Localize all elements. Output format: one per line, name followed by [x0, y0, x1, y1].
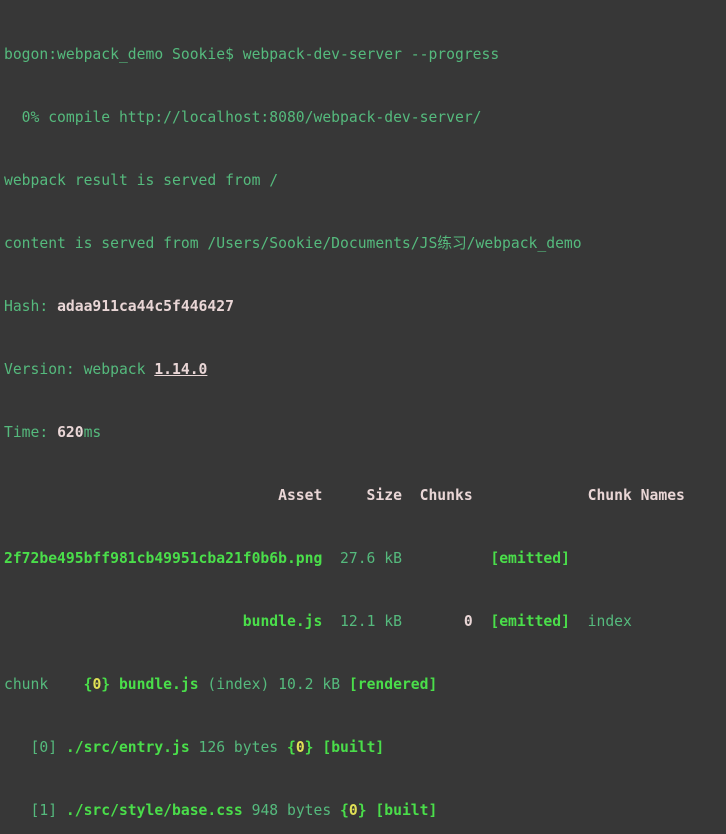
asset-chunk-name: index [570, 613, 632, 630]
module-built-tag: [built] [375, 802, 437, 819]
module-brace-open: { [340, 802, 349, 819]
terminal-line-prompt: bogon:webpack_demo Sookie$ webpack-dev-s… [4, 44, 726, 65]
terminal-text-segment: 0% compile http://localhost:8080/webpack… [4, 109, 482, 126]
chunk-info: (index) 10.2 kB [199, 676, 349, 693]
chunk-file: bundle.js [119, 676, 199, 693]
module-brace-open: { [287, 739, 296, 756]
chunk-brace-close: } [101, 676, 110, 693]
module-brace-close: } [358, 802, 367, 819]
time-value: 620 [57, 424, 84, 441]
version-label: Version: webpack [4, 361, 154, 378]
hash-label: Hash: [4, 298, 57, 315]
module-chunk-id: 0 [296, 739, 305, 756]
asset-emitted-tag: [emitted] [490, 550, 570, 567]
terminal-text-segment: bogon:webpack_demo Sookie$ webpack-dev-s… [4, 46, 499, 63]
asset-size: 12.1 kB [322, 613, 463, 630]
module-path: ./src/entry.js [66, 739, 190, 756]
asset-name: bundle.js [243, 613, 323, 630]
terminal-line-module-1: [1] ./src/style/base.css 948 bytes {0} [… [4, 800, 726, 821]
module-index: [0] [4, 739, 66, 756]
time-unit: ms [84, 424, 102, 441]
module-built-tag: [built] [322, 739, 384, 756]
module-gap [367, 802, 376, 819]
asset-indent [4, 613, 243, 630]
module-size: 948 bytes [243, 802, 340, 819]
chunk-gap [110, 676, 119, 693]
terminal-line-table-header: Asset Size Chunks Chunk Names [4, 485, 726, 506]
asset-table-header: Asset Size Chunks Chunk Names [4, 487, 685, 504]
terminal-line-progress: 0% compile http://localhost:8080/webpack… [4, 107, 726, 128]
chunk-label: chunk [4, 676, 84, 693]
terminal-line-version: Version: webpack 1.14.0 [4, 359, 726, 380]
terminal-text-segment: webpack result is served from / [4, 172, 278, 189]
terminal-text-segment: content is served from /Users/Sookie/Doc… [4, 235, 582, 252]
terminal-line-module-0: [0] ./src/entry.js 126 bytes {0} [built] [4, 737, 726, 758]
module-size: 126 bytes [190, 739, 287, 756]
chunk-brace-open: { [84, 676, 93, 693]
module-path: ./src/style/base.css [66, 802, 243, 819]
terminal-window[interactable]: bogon:webpack_demo Sookie$ webpack-dev-s… [0, 0, 726, 417]
terminal-line-chunk: chunk {0} bundle.js (index) 10.2 kB [ren… [4, 674, 726, 695]
terminal-line-result-served: webpack result is served from / [4, 170, 726, 191]
module-index: [1] [4, 802, 66, 819]
terminal-line-asset-png: 2f72be495bff981cb49951cba21f0b6b.png 27.… [4, 548, 726, 569]
terminal-line-asset-bundle: bundle.js 12.1 kB 0 [emitted] index [4, 611, 726, 632]
version-value: 1.14.0 [154, 361, 207, 378]
asset-chunk-id: 0 [464, 613, 473, 630]
terminal-line-hash: Hash: adaa911ca44c5f446427 [4, 296, 726, 317]
asset-name: 2f72be495bff981cb49951cba21f0b6b.png [4, 550, 322, 567]
module-gap [314, 739, 323, 756]
module-chunk-id: 0 [349, 802, 358, 819]
module-brace-close: } [305, 739, 314, 756]
terminal-line-content-served: content is served from /Users/Sookie/Doc… [4, 233, 726, 254]
asset-emitted-tag: [emitted] [490, 613, 570, 630]
hash-value: adaa911ca44c5f446427 [57, 298, 234, 315]
time-label: Time: [4, 424, 57, 441]
chunk-rendered-tag: [rendered] [349, 676, 437, 693]
chunk-id: 0 [92, 676, 101, 693]
terminal-line-time: Time: 620ms [4, 422, 726, 443]
asset-size: 27.6 kB [322, 550, 490, 567]
asset-gap [473, 613, 491, 630]
